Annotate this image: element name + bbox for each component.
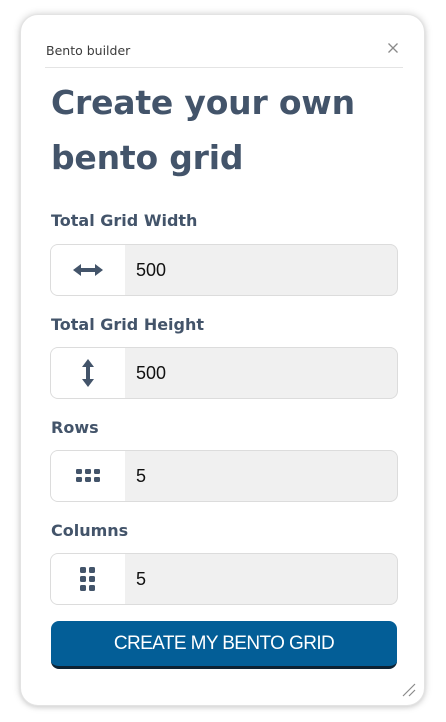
columns-label: Columns [51, 521, 129, 540]
grid-height-icon-box [51, 348, 125, 398]
grid-rows-icon [76, 469, 100, 482]
columns-input[interactable] [125, 554, 397, 604]
dialog-titlebar: Bento builder [45, 43, 403, 68]
grid-height-input[interactable] [125, 348, 397, 398]
rows-icon-box [51, 451, 125, 501]
grid-width-icon-box [51, 245, 125, 295]
heading-line-2: bento grid [51, 138, 244, 177]
arrows-vertical-icon [82, 359, 94, 387]
bento-builder-dialog: Bento builder Create your own bento grid… [20, 14, 425, 706]
dialog-title: Bento builder [46, 43, 131, 58]
columns-field [50, 553, 398, 605]
rows-field [50, 450, 398, 502]
resize-handle-icon[interactable] [400, 681, 416, 697]
heading-line-1: Create your own [51, 83, 355, 122]
grid-height-label: Total Grid Height [51, 315, 205, 334]
rows-label: Rows [51, 418, 99, 437]
page-heading: Create your own bento grid [51, 75, 401, 185]
arrows-horizontal-icon [73, 264, 103, 276]
close-icon[interactable] [385, 40, 401, 56]
grid-height-field [50, 347, 398, 399]
grid-width-label: Total Grid Width [51, 211, 198, 230]
grid-width-input[interactable] [125, 245, 397, 295]
create-bento-grid-button[interactable]: CREATE MY BENTO GRID [51, 621, 397, 669]
rows-input[interactable] [125, 451, 397, 501]
grid-width-field [50, 244, 398, 296]
columns-icon-box [51, 554, 125, 604]
grid-columns-icon [80, 567, 95, 591]
